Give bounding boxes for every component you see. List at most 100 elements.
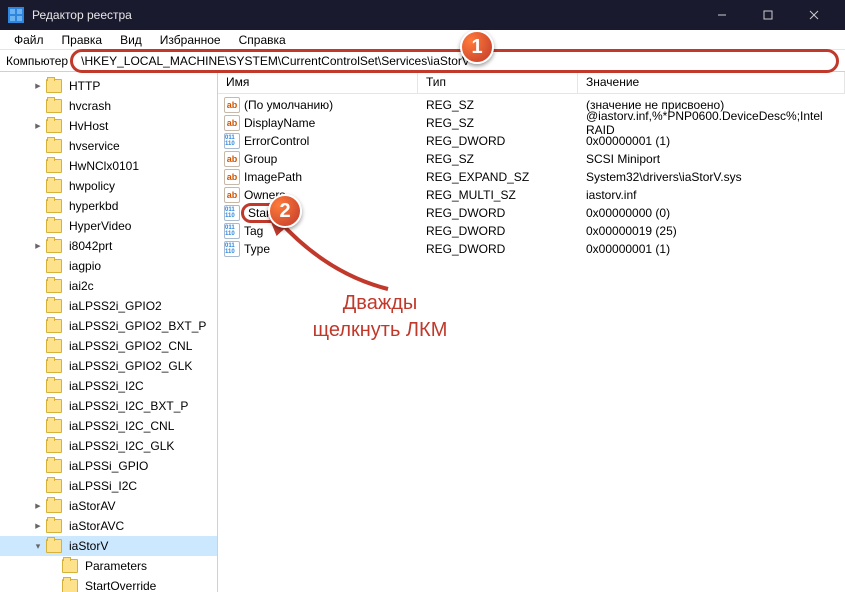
folder-icon xyxy=(46,459,62,473)
col-type[interactable]: Тип xyxy=(418,72,578,93)
tree-item-label: hyperkbd xyxy=(67,199,120,213)
tree-item[interactable]: iaLPSS2i_I2C_BXT_P xyxy=(0,396,217,416)
close-button[interactable] xyxy=(791,0,837,30)
tree-item-label: iaLPSS2i_GPIO2_GLK xyxy=(67,359,194,373)
string-icon: ab xyxy=(224,97,240,113)
folder-icon xyxy=(46,179,62,193)
value-name: Tag xyxy=(244,224,263,238)
badge-2: 2 xyxy=(268,194,302,228)
tree-item-label: iaLPSS2i_GPIO2_CNL xyxy=(67,339,194,353)
tree-item[interactable]: Parameters xyxy=(0,556,217,576)
menubar: Файл Правка Вид Избранное Справка xyxy=(0,30,845,50)
tree-item[interactable]: iaLPSS2i_GPIO2_BXT_P xyxy=(0,316,217,336)
value-row[interactable]: abImagePathREG_EXPAND_SZSystem32\drivers… xyxy=(218,168,845,186)
tree-item[interactable]: ▶ i8042prt xyxy=(0,236,217,256)
tree-item[interactable]: ▶HvHost xyxy=(0,116,217,136)
folder-icon xyxy=(46,359,62,373)
value-row[interactable]: 011 110TagREG_DWORD0x00000019 (25) xyxy=(218,222,845,240)
col-name[interactable]: Имя xyxy=(218,72,418,93)
value-row[interactable]: 011 110ErrorControlREG_DWORD0x00000001 (… xyxy=(218,132,845,150)
folder-icon xyxy=(62,559,78,573)
tree-item[interactable]: hvservice xyxy=(0,136,217,156)
tree-pane[interactable]: ▶ HTTP hvcrash▶HvHosthvserviceHwNClx0101 hw… xyxy=(0,72,218,592)
expand-icon[interactable]: ▶ xyxy=(32,242,44,250)
tree-item[interactable]: HyperVideo xyxy=(0,216,217,236)
expand-icon[interactable]: ▶ xyxy=(32,122,44,130)
folder-icon xyxy=(46,279,62,293)
tree-item-label: Parameters xyxy=(83,559,149,573)
tree-item[interactable]: hvcrash xyxy=(0,96,217,116)
tree-item[interactable]: iagpio xyxy=(0,256,217,276)
tree-item-label: HTTP xyxy=(67,79,102,93)
tree-item[interactable]: iaLPSS2i_I2C_CNL xyxy=(0,416,217,436)
folder-icon xyxy=(46,519,62,533)
tree-item[interactable]: ▾ iaStorV xyxy=(0,536,217,556)
value-type: REG_DWORD xyxy=(418,206,578,220)
maximize-button[interactable] xyxy=(745,0,791,30)
value-row[interactable]: 011 110TypeREG_DWORD0x00000001 (1) xyxy=(218,240,845,258)
folder-icon xyxy=(46,419,62,433)
menu-fav[interactable]: Избранное xyxy=(152,32,229,47)
tree-item-label: iaLPSSi_I2C xyxy=(67,479,139,493)
tree-item-label: i8042prt xyxy=(67,239,114,253)
value-type: REG_EXPAND_SZ xyxy=(418,170,578,184)
value-row[interactable]: 011 110StartREG_DWORD0x00000000 (0) xyxy=(218,204,845,222)
menu-help[interactable]: Справка xyxy=(231,32,294,47)
tree-item[interactable]: hyperkbd xyxy=(0,196,217,216)
value-name: DisplayName xyxy=(244,116,315,130)
value-type: REG_SZ xyxy=(418,116,578,130)
minimize-button[interactable] xyxy=(699,0,745,30)
dword-icon: 011 110 xyxy=(224,223,240,239)
string-icon: ab xyxy=(224,187,240,203)
tree-item[interactable]: ▶iaStorAV xyxy=(0,496,217,516)
tree-item-label: iaLPSS2i_GPIO2 xyxy=(67,299,164,313)
folder-icon xyxy=(46,339,62,353)
expand-icon[interactable]: ▶ xyxy=(32,82,44,90)
tree-item[interactable]: iaLPSS2i_I2C_GLK xyxy=(0,436,217,456)
titlebar: Редактор реестра xyxy=(0,0,845,30)
folder-icon xyxy=(46,539,62,553)
badge-1: 1 xyxy=(460,30,494,64)
tree-item[interactable]: ▶ iaStorAVC xyxy=(0,516,217,536)
tree-item[interactable]: iaLPSS2i_GPIO2_CNL xyxy=(0,336,217,356)
expand-icon[interactable]: ▾ xyxy=(32,541,44,552)
folder-icon xyxy=(46,379,62,393)
tree-item[interactable]: iaLPSS2i_I2C xyxy=(0,376,217,396)
tree-item[interactable]: HwNClx0101 xyxy=(0,156,217,176)
menu-view[interactable]: Вид xyxy=(112,32,150,47)
tree-item-label: iai2c xyxy=(67,279,96,293)
menu-file[interactable]: Файл xyxy=(6,32,52,47)
value-row[interactable]: abOwnersREG_MULTI_SZiastorv.inf xyxy=(218,186,845,204)
values-pane[interactable]: Имя Тип Значение ab(По умолчанию)REG_SZ(… xyxy=(218,72,845,592)
tree-item[interactable]: iai2c xyxy=(0,276,217,296)
tree-item[interactable]: iaLPSS2i_GPIO2_GLK xyxy=(0,356,217,376)
address-path[interactable]: \HKEY_LOCAL_MACHINE\SYSTEM\CurrentContro… xyxy=(70,49,839,73)
menu-edit[interactable]: Правка xyxy=(54,32,111,47)
tree-item-label: iaStorV xyxy=(67,539,110,553)
list-header[interactable]: Имя Тип Значение xyxy=(218,72,845,94)
tree-item[interactable]: hwpolicy xyxy=(0,176,217,196)
tree-item-label: iaStorAVC xyxy=(67,519,126,533)
tree-item-label: hwpolicy xyxy=(67,179,117,193)
expand-icon[interactable]: ▶ xyxy=(32,522,44,530)
tree-item[interactable]: iaLPSS2i_GPIO2 xyxy=(0,296,217,316)
value-row[interactable]: abGroupREG_SZSCSI Miniport xyxy=(218,150,845,168)
value-name: ErrorControl xyxy=(244,134,309,148)
value-data: SCSI Miniport xyxy=(578,152,845,166)
tree-item[interactable]: StartOverride xyxy=(0,576,217,592)
col-value[interactable]: Значение xyxy=(578,72,845,93)
app-icon xyxy=(8,7,24,23)
value-row[interactable]: abDisplayNameREG_SZ@iastorv.inf,%*PNP060… xyxy=(218,114,845,132)
folder-icon xyxy=(46,79,62,93)
expand-icon[interactable]: ▶ xyxy=(32,502,44,510)
folder-icon xyxy=(46,479,62,493)
tree-item[interactable]: iaLPSSi_GPIO xyxy=(0,456,217,476)
value-type: REG_DWORD xyxy=(418,242,578,256)
value-name: (По умолчанию) xyxy=(244,98,333,112)
folder-icon xyxy=(46,139,62,153)
tree-item-label: iaLPSS2i_I2C_BXT_P xyxy=(67,399,190,413)
tree-item[interactable]: ▶ HTTP xyxy=(0,76,217,96)
tree-item[interactable]: iaLPSSi_I2C xyxy=(0,476,217,496)
value-data: 0x00000001 (1) xyxy=(578,242,845,256)
folder-icon xyxy=(46,439,62,453)
